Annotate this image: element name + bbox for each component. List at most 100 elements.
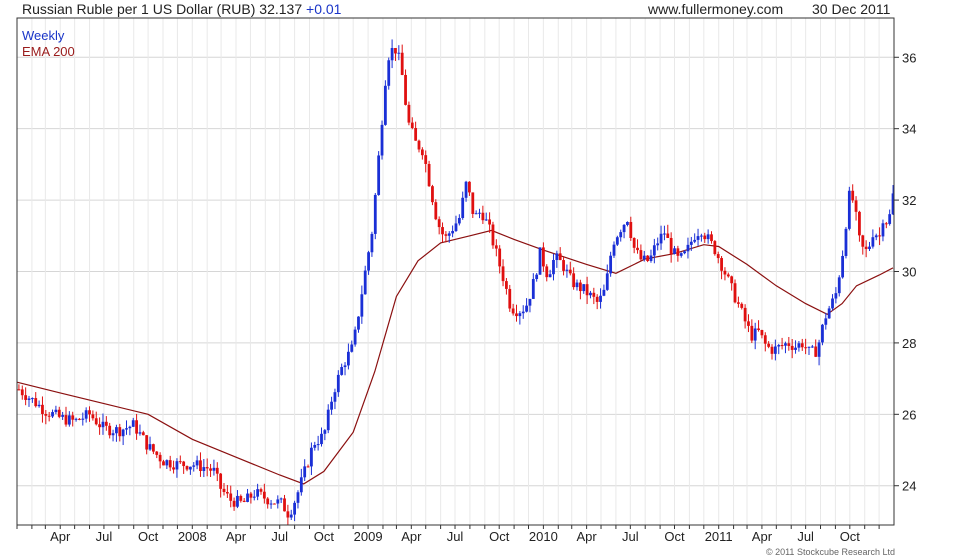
weekly-candle: [121, 428, 125, 446]
x-tick-label: Jul: [797, 529, 814, 544]
candle-body: [269, 503, 273, 505]
candle-body: [178, 461, 182, 463]
weekly-candle: [740, 302, 744, 310]
weekly-candle: [276, 495, 280, 509]
weekly-candle: [505, 278, 508, 295]
candle-body: [242, 500, 246, 502]
weekly-candle: [652, 238, 656, 264]
candle-body: [404, 74, 407, 105]
candle-body: [810, 346, 814, 348]
weekly-candle: [242, 498, 246, 503]
candle-body: [360, 294, 364, 317]
candle-body: [851, 190, 855, 201]
candle-body: [800, 343, 804, 348]
candle-body: [831, 298, 834, 309]
candle-body: [814, 346, 818, 357]
weekly-candle: [390, 39, 394, 69]
candle-body: [67, 415, 71, 425]
weekly-candle: [858, 210, 861, 242]
weekly-candle: [313, 441, 317, 451]
candle-body: [293, 502, 297, 515]
y-tick-label: 34: [902, 122, 916, 137]
weekly-candle: [420, 147, 424, 160]
weekly-candle: [286, 504, 290, 526]
weekly-candle: [881, 219, 885, 242]
candle-body: [326, 409, 330, 431]
candle-body: [743, 307, 747, 322]
weekly-candle: [434, 199, 438, 221]
candle-body: [558, 253, 562, 261]
weekly-candle: [451, 225, 455, 238]
candle-body: [713, 241, 717, 255]
candle-body: [491, 224, 495, 246]
candle-body: [592, 292, 596, 297]
weekly-candle: [333, 388, 337, 410]
weekly-candle: [51, 409, 54, 418]
x-tick-label: Jul: [96, 529, 113, 544]
weekly-candle: [609, 251, 613, 277]
candle-body: [609, 255, 613, 274]
candle-body: [679, 253, 683, 256]
weekly-candle: [229, 485, 233, 508]
weekly-candle: [91, 410, 95, 421]
candle-body: [118, 427, 122, 437]
weekly-candle: [663, 225, 666, 241]
candle-body: [629, 221, 633, 239]
candle-body: [736, 302, 740, 304]
candle-body: [37, 404, 41, 407]
candle-body: [535, 274, 539, 280]
weekly-candle: [195, 455, 199, 470]
candle-body: [279, 498, 283, 500]
candle-body: [256, 489, 260, 497]
candle-body: [615, 237, 619, 245]
candle-body: [81, 418, 85, 420]
weekly-candle: [535, 273, 539, 282]
candle-body: [88, 410, 91, 415]
candle-body: [468, 181, 471, 193]
weekly-candle: [636, 239, 639, 254]
candle-body: [108, 425, 112, 436]
weekly-candle: [222, 483, 226, 496]
weekly-candle: [343, 362, 347, 376]
candle-body: [128, 426, 132, 429]
weekly-candle: [360, 285, 364, 324]
weekly-candle: [521, 305, 525, 319]
candle-body: [367, 252, 370, 271]
weekly-candle: [767, 341, 771, 349]
candle-body: [454, 223, 458, 231]
candle-body: [101, 421, 105, 428]
candle-body: [51, 412, 54, 417]
candle-body: [444, 234, 448, 236]
candle-body: [286, 511, 290, 518]
candle-body: [447, 233, 451, 236]
grid-layer: [16, 18, 894, 525]
weekly-candle: [488, 212, 492, 233]
candle-body: [229, 493, 233, 501]
x-tick-label: Oct: [489, 529, 510, 544]
candle-body: [505, 281, 508, 289]
weekly-candle: [874, 233, 878, 241]
candle-body: [464, 181, 468, 198]
candle-body: [141, 432, 145, 436]
weekly-candle: [578, 279, 582, 300]
candle-body: [484, 219, 488, 221]
candle-body: [784, 343, 787, 346]
weekly-candle: [37, 400, 41, 408]
candle-body: [868, 246, 871, 250]
candle-body: [689, 241, 693, 245]
candle-body: [555, 253, 559, 260]
weekly-candle: [595, 294, 599, 310]
candle-body: [373, 194, 377, 234]
candle-body: [155, 451, 159, 455]
candle-body: [552, 259, 555, 275]
candle-body: [770, 346, 774, 354]
candle-body: [874, 235, 878, 238]
candle-body: [202, 467, 206, 472]
candle-body: [44, 413, 48, 416]
weekly-candle: [827, 305, 831, 319]
candle-body: [521, 311, 525, 314]
weekly-candle: [94, 411, 98, 426]
candle-body: [400, 52, 404, 75]
weekly-candle: [481, 205, 485, 225]
x-tick-label: 2010: [529, 529, 558, 544]
